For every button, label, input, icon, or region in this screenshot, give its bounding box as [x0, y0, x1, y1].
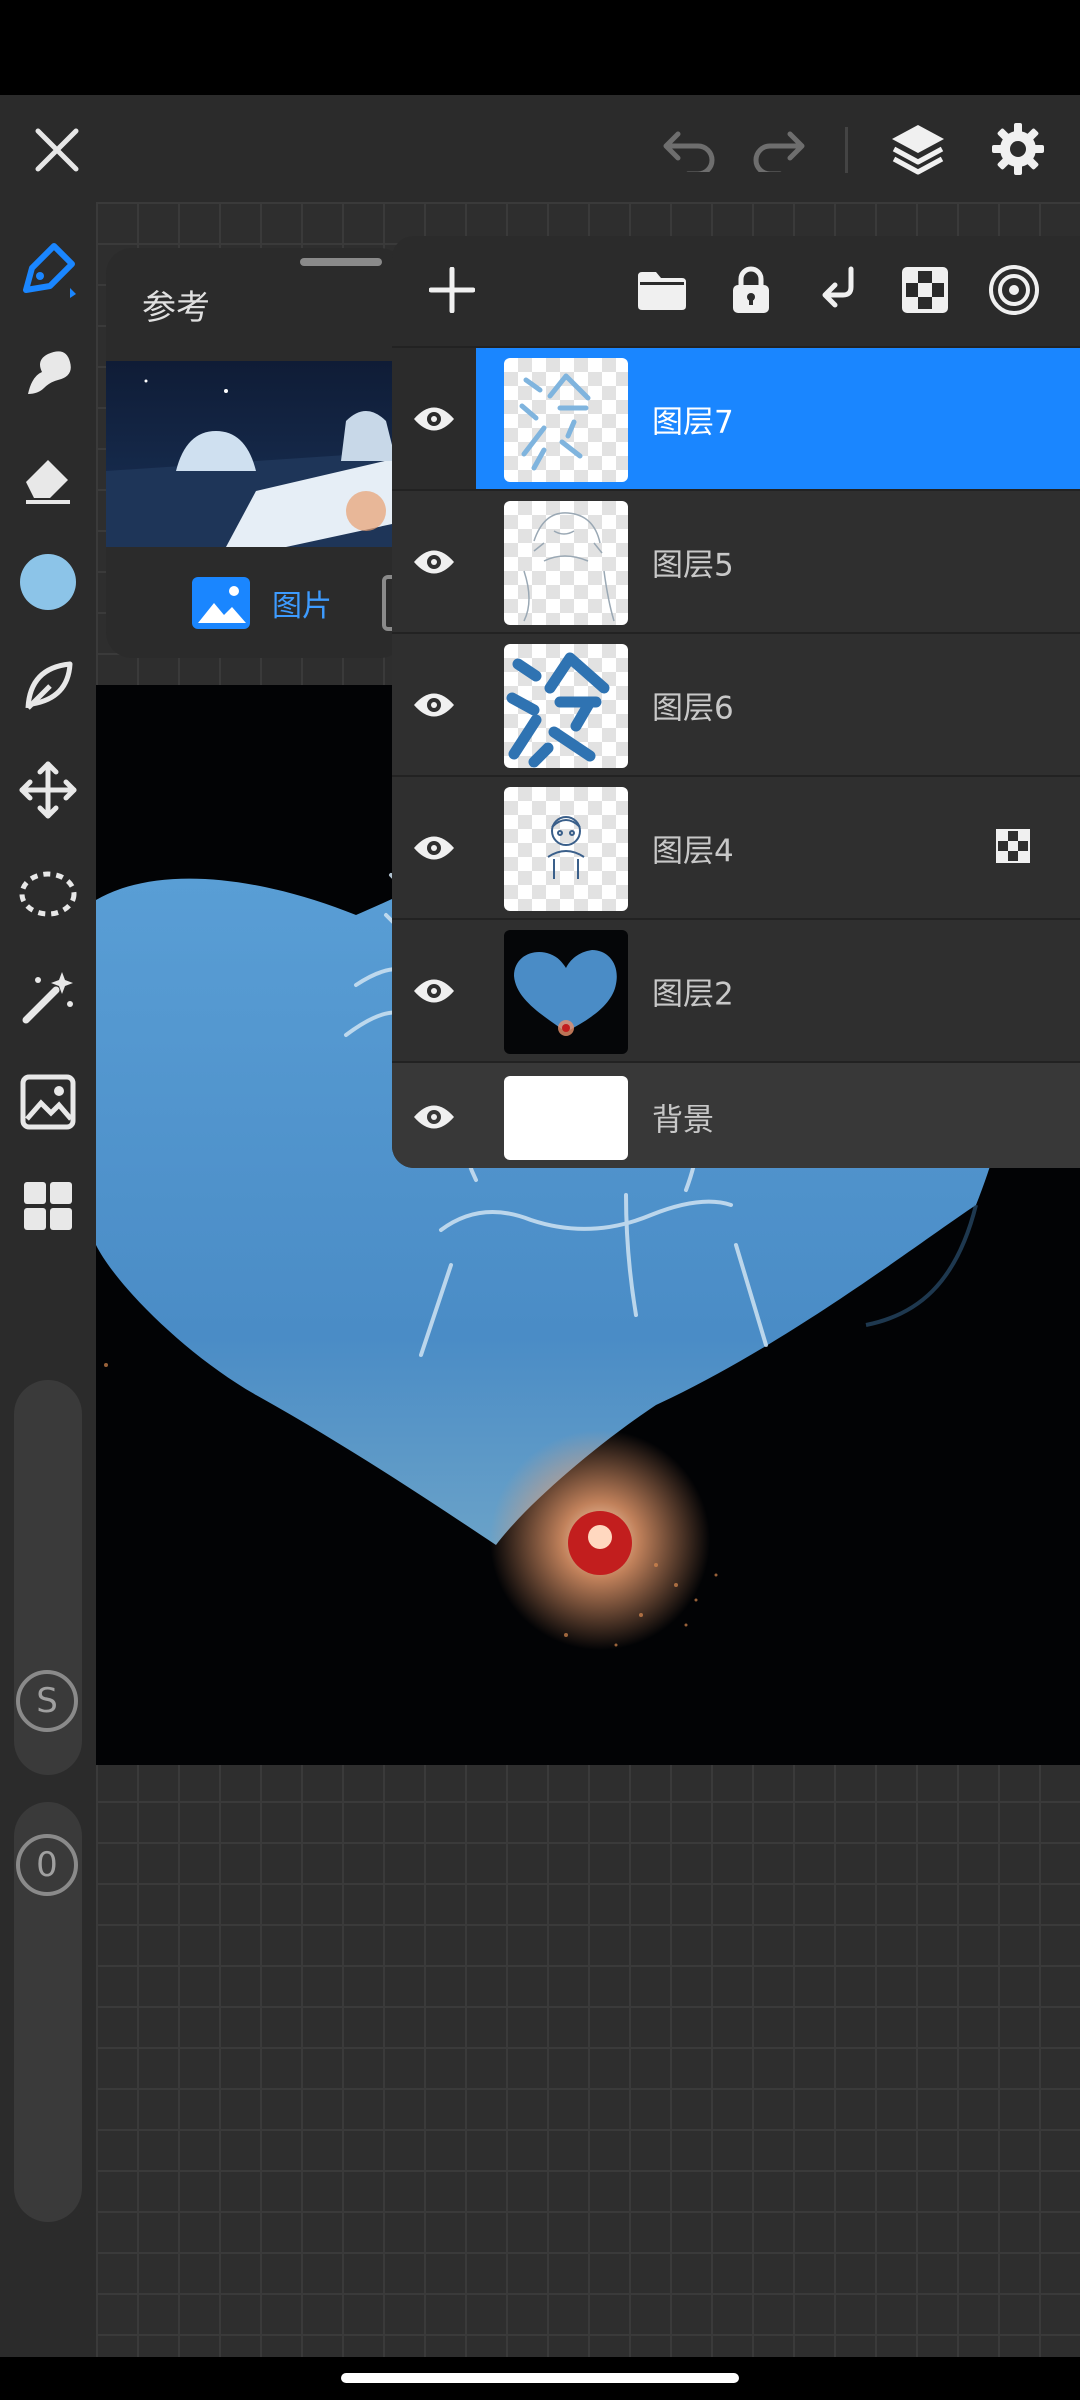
magic-wand-icon[interactable]: [12, 962, 84, 1034]
layer-thumbnail: [504, 787, 628, 911]
add-icon[interactable]: [422, 260, 482, 320]
reference-drag-handle[interactable]: [300, 258, 382, 266]
layers-icon[interactable]: [880, 111, 956, 187]
undo-icon[interactable]: [655, 117, 725, 183]
layer-thumbnail: [504, 501, 628, 625]
image-icon[interactable]: [12, 1066, 84, 1138]
home-indicator[interactable]: [341, 2373, 739, 2383]
alpha-lock-indicator-icon: [996, 828, 1030, 867]
redo-icon[interactable]: [743, 117, 813, 183]
tool-rail: S 0: [0, 202, 96, 2357]
background-layer-row[interactable]: 背景: [392, 1061, 1080, 1168]
eye-icon[interactable]: [392, 1063, 476, 1168]
layers-panel: 图层7 图层5 图层6 图层4 图层2 背景: [392, 236, 1080, 1168]
toolbar-divider: [845, 127, 848, 173]
gear-icon[interactable]: [980, 111, 1056, 187]
color-swatch[interactable]: [12, 546, 84, 618]
eye-icon[interactable]: [392, 348, 476, 489]
lock-icon[interactable]: [721, 260, 781, 320]
layers-toolbar: [392, 236, 1080, 346]
grid-icon[interactable]: [12, 1170, 84, 1242]
reference-tab-image[interactable]: 图片: [190, 575, 332, 631]
eye-icon[interactable]: [392, 920, 476, 1061]
layer-row[interactable]: 图层5: [392, 489, 1080, 632]
top-toolbar: [0, 95, 1080, 202]
layers-list: 图层7 图层5 图层6 图层4 图层2 背景: [392, 346, 1080, 1168]
layer-name: 图层7: [652, 404, 734, 440]
layer-row[interactable]: 图层4: [392, 775, 1080, 918]
leaf-icon[interactable]: [12, 650, 84, 722]
target-icon[interactable]: [984, 260, 1044, 320]
layer-name: 背景: [652, 1102, 714, 1139]
layer-row[interactable]: 图层2: [392, 918, 1080, 1061]
layer-name: 图层4: [652, 833, 734, 869]
layer-thumbnail: [504, 358, 628, 482]
layer-row[interactable]: 图层6: [392, 632, 1080, 775]
layer-name: 图层6: [652, 690, 734, 726]
status-bar: [0, 0, 1080, 95]
merge-down-icon[interactable]: [809, 260, 869, 320]
layer-thumbnail: [504, 644, 628, 768]
reference-image[interactable]: [106, 361, 406, 547]
brush-size-knob[interactable]: S: [16, 1670, 78, 1732]
reference-panel: 参考 图片: [106, 248, 406, 658]
reference-title: 参考: [142, 288, 210, 328]
layer-name: 图层5: [652, 547, 734, 583]
image-icon: [192, 577, 250, 629]
eye-icon[interactable]: [392, 634, 476, 775]
alpha-lock-icon[interactable]: [895, 260, 955, 320]
eraser-icon[interactable]: [12, 442, 84, 514]
layer-row-selected[interactable]: 图层7: [392, 346, 1080, 489]
close-icon[interactable]: [22, 115, 92, 185]
layer-name: 图层2: [652, 976, 734, 1012]
opacity-knob[interactable]: 0: [16, 1834, 78, 1896]
lasso-icon[interactable]: [12, 858, 84, 930]
pen-icon[interactable]: [12, 234, 84, 306]
folder-icon[interactable]: [632, 260, 692, 320]
background-color-thumbnail[interactable]: [504, 1076, 628, 1160]
layer-thumbnail: [504, 930, 628, 1054]
reference-tab-image-label: 图片: [272, 589, 332, 624]
smudge-icon[interactable]: [12, 338, 84, 410]
eye-icon[interactable]: [392, 777, 476, 918]
move-icon[interactable]: [12, 754, 84, 826]
eye-icon[interactable]: [392, 491, 476, 632]
